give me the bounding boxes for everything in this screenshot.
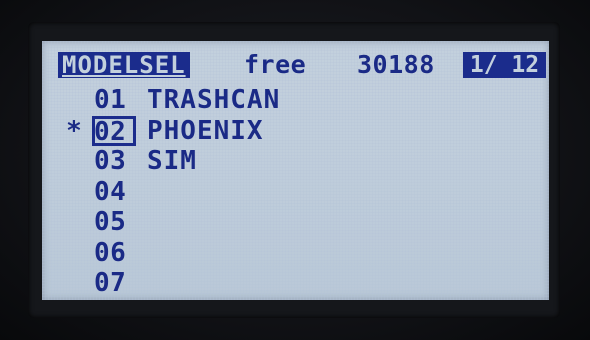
lcd-screen: MODELSEL free 30188 1/ 12 01 TRASHCAN * … — [42, 41, 549, 300]
model-slot-number: 07 — [94, 268, 127, 298]
model-slot-number: 01 — [94, 85, 127, 115]
model-row-03[interactable]: 03 SIM — [56, 146, 536, 177]
model-name: SIM — [147, 146, 197, 176]
model-slot-number: 04 — [94, 176, 127, 207]
model-row-06[interactable]: 06 — [56, 238, 536, 269]
model-slot-number: 05 — [94, 207, 127, 237]
model-row-05[interactable]: 05 — [56, 207, 536, 238]
model-row-01[interactable]: 01 TRASHCAN — [56, 85, 536, 116]
model-slot-number-selected: 02 — [92, 115, 136, 146]
model-list: 01 TRASHCAN * 02 PHOENIX 03 SIM 04 05 06… — [56, 85, 536, 299]
free-memory-label: free — [244, 50, 307, 79]
model-name: PHOENIX — [147, 115, 264, 146]
page-indicator: 1/ 12 — [463, 52, 546, 78]
model-slot-number: 06 — [94, 237, 127, 268]
model-slot-number: 03 — [94, 146, 127, 176]
screen-header: MODELSEL free 30188 1/ 12 — [56, 50, 546, 79]
page-title: MODELSEL — [58, 52, 190, 78]
model-row-02[interactable]: * 02 PHOENIX — [56, 115, 536, 147]
current-model-marker: * — [66, 115, 82, 146]
device-bezel: MODELSEL free 30188 1/ 12 01 TRASHCAN * … — [0, 0, 590, 340]
model-row-07[interactable]: 07 — [56, 268, 536, 299]
free-memory-value: 30188 — [357, 50, 435, 79]
model-name: TRASHCAN — [147, 85, 281, 115]
model-row-04[interactable]: 04 — [56, 177, 536, 208]
